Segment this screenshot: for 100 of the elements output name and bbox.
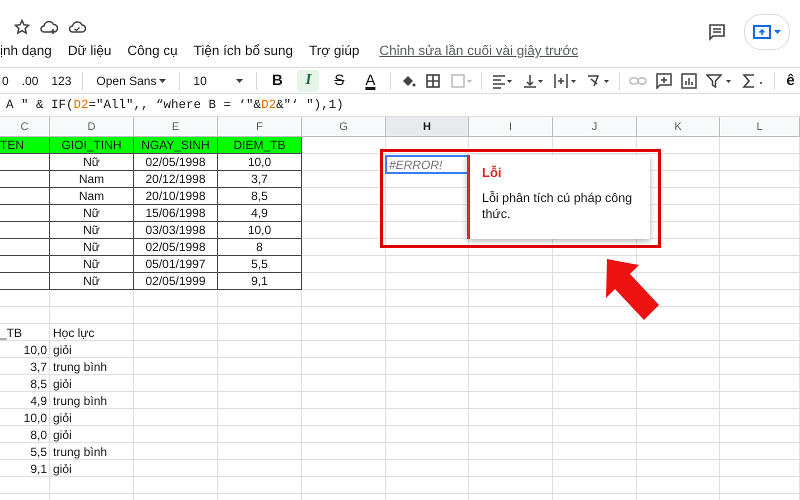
header-cell: GIOI_TINH [50, 137, 134, 154]
table-cell: Nữ [50, 273, 134, 290]
table-cell: 15/06/1998 [134, 205, 218, 222]
comment-add-icon[interactable] [656, 72, 672, 88]
column-header[interactable]: C [0, 117, 50, 137]
text-rotation-icon[interactable] [586, 72, 610, 88]
table-cell: 9,1 [218, 273, 302, 290]
table-cell: 5,5 [218, 256, 302, 273]
cloud-icon[interactable] [68, 19, 86, 35]
table-cell: 02/05/1998 [134, 154, 218, 171]
caret-icon [774, 30, 781, 34]
caret-icon [236, 78, 244, 82]
column-header[interactable]: L [720, 117, 800, 137]
table-cell [0, 154, 50, 171]
table-cell-text: Học lực [52, 324, 96, 341]
table-cell-text: 10,0 [22, 410, 48, 426]
table-cell: Nam [50, 188, 134, 205]
upload-icon [753, 25, 771, 39]
star-icon[interactable] [14, 19, 30, 35]
table-cell-text: giỏi [52, 410, 73, 426]
align-icon[interactable] [491, 72, 514, 88]
table-cell-text: giỏi [52, 426, 73, 443]
table-cell: 02/05/1998 [134, 239, 218, 256]
table-cell-text: 10,0 [22, 342, 48, 358]
table-cell [0, 205, 50, 222]
header-cell: DIEM_TB [218, 137, 302, 154]
column-header[interactable]: D [50, 117, 134, 137]
table-cell-text: 8,5 [29, 376, 48, 392]
table-cell: Nữ [50, 222, 134, 239]
filter-icon[interactable] [706, 72, 732, 88]
table-cell-text: giỏi [52, 342, 73, 358]
borders-icon[interactable] [425, 72, 442, 88]
font-dropdown[interactable]: Open Sans [92, 72, 170, 90]
column-header[interactable]: H [386, 117, 469, 137]
table-cell [0, 222, 50, 239]
menu-item[interactable]: Dữ liệu [68, 43, 112, 58]
number-format-button[interactable]: .00 [20, 72, 40, 90]
table-cell: 03/03/1998 [134, 222, 218, 239]
table-cell: 02/05/1999 [134, 273, 218, 290]
menu-item[interactable]: Tiện ích bổ sung [194, 43, 293, 58]
format-button[interactable]: S [328, 70, 350, 92]
column-header[interactable]: G [302, 117, 386, 137]
table-cell: 3,7 [218, 171, 302, 188]
text-wrap-icon[interactable] [553, 72, 578, 88]
vertical-align-icon[interactable] [522, 72, 544, 88]
table-cell [0, 273, 50, 290]
last-edit-link[interactable]: Chỉnh sửa lần cuối vài giây trước [379, 43, 578, 58]
column-header[interactable]: E [134, 117, 218, 137]
format-button[interactable]: B [266, 70, 288, 92]
table-cell: 10,0 [218, 222, 302, 239]
table-cell: 20/12/1998 [134, 171, 218, 188]
error-title: Lỗi [482, 165, 502, 180]
table-cell-text: trung bình [52, 392, 108, 409]
column-header[interactable]: J [553, 117, 637, 137]
cloud-plus-icon[interactable] [40, 19, 58, 35]
table-cell: 4,9 [218, 205, 302, 222]
table-cell [0, 188, 50, 205]
table-cell: Nữ [50, 154, 134, 171]
header-cell: TEN [0, 137, 50, 154]
number-format-button[interactable]: 123 [49, 72, 74, 90]
table-cell-text: trung bình [52, 358, 108, 375]
table-cell: 20/10/1998 [134, 188, 218, 205]
table-cell [0, 256, 50, 273]
column-header[interactable]: F [218, 117, 302, 137]
table-cell: Nữ [50, 205, 134, 222]
table-cell-text: giỏi [52, 460, 73, 477]
table-cell: Nữ [50, 239, 134, 256]
number-format-button[interactable]: 0 [0, 72, 11, 90]
menu-item[interactable]: Trợ giúp [308, 43, 360, 58]
table-cell-text: 5,5 [29, 444, 48, 460]
table-cell: 10,0 [218, 154, 302, 171]
input-tools-button[interactable]: ê [784, 70, 797, 91]
table-cell [0, 171, 50, 188]
table-cell-text: 9,1 [29, 460, 48, 477]
format-button[interactable]: A [359, 70, 382, 92]
table-cell-text: 3,7 [29, 358, 48, 375]
column-header[interactable]: I [469, 117, 553, 137]
table-cell-text: 4,9 [29, 392, 48, 409]
header-cell: NGAY_SINH [134, 137, 218, 154]
table-cell [0, 239, 50, 256]
font-size-dropdown[interactable]: 10 [189, 72, 248, 90]
chart-icon[interactable] [681, 72, 698, 88]
menu-item[interactable]: ịnh dạng [0, 43, 52, 58]
column-header[interactable]: K [637, 117, 720, 137]
error-message: Lỗi phân tích cú pháp công thức. [482, 190, 634, 222]
table-cell-text: giỏi [52, 376, 73, 392]
table-cell-text: 8,0 [29, 426, 48, 443]
table-cell: 8 [218, 239, 302, 256]
table-cell: 8,5 [218, 188, 302, 205]
table-cell: Nam [50, 171, 134, 188]
table-cell-text: trung bình [52, 444, 108, 460]
caret-icon [159, 78, 166, 82]
table-cell-text: _TB [0, 324, 24, 341]
format-button[interactable]: I [297, 70, 320, 92]
table-cell: 05/01/1997 [134, 256, 218, 273]
menu-item[interactable]: Công cụ [127, 43, 178, 58]
present-button[interactable] [744, 14, 790, 50]
error-cell[interactable]: #ERROR! [385, 155, 469, 174]
table-cell: Nữ [50, 256, 134, 273]
comment-icon[interactable] [708, 23, 726, 41]
